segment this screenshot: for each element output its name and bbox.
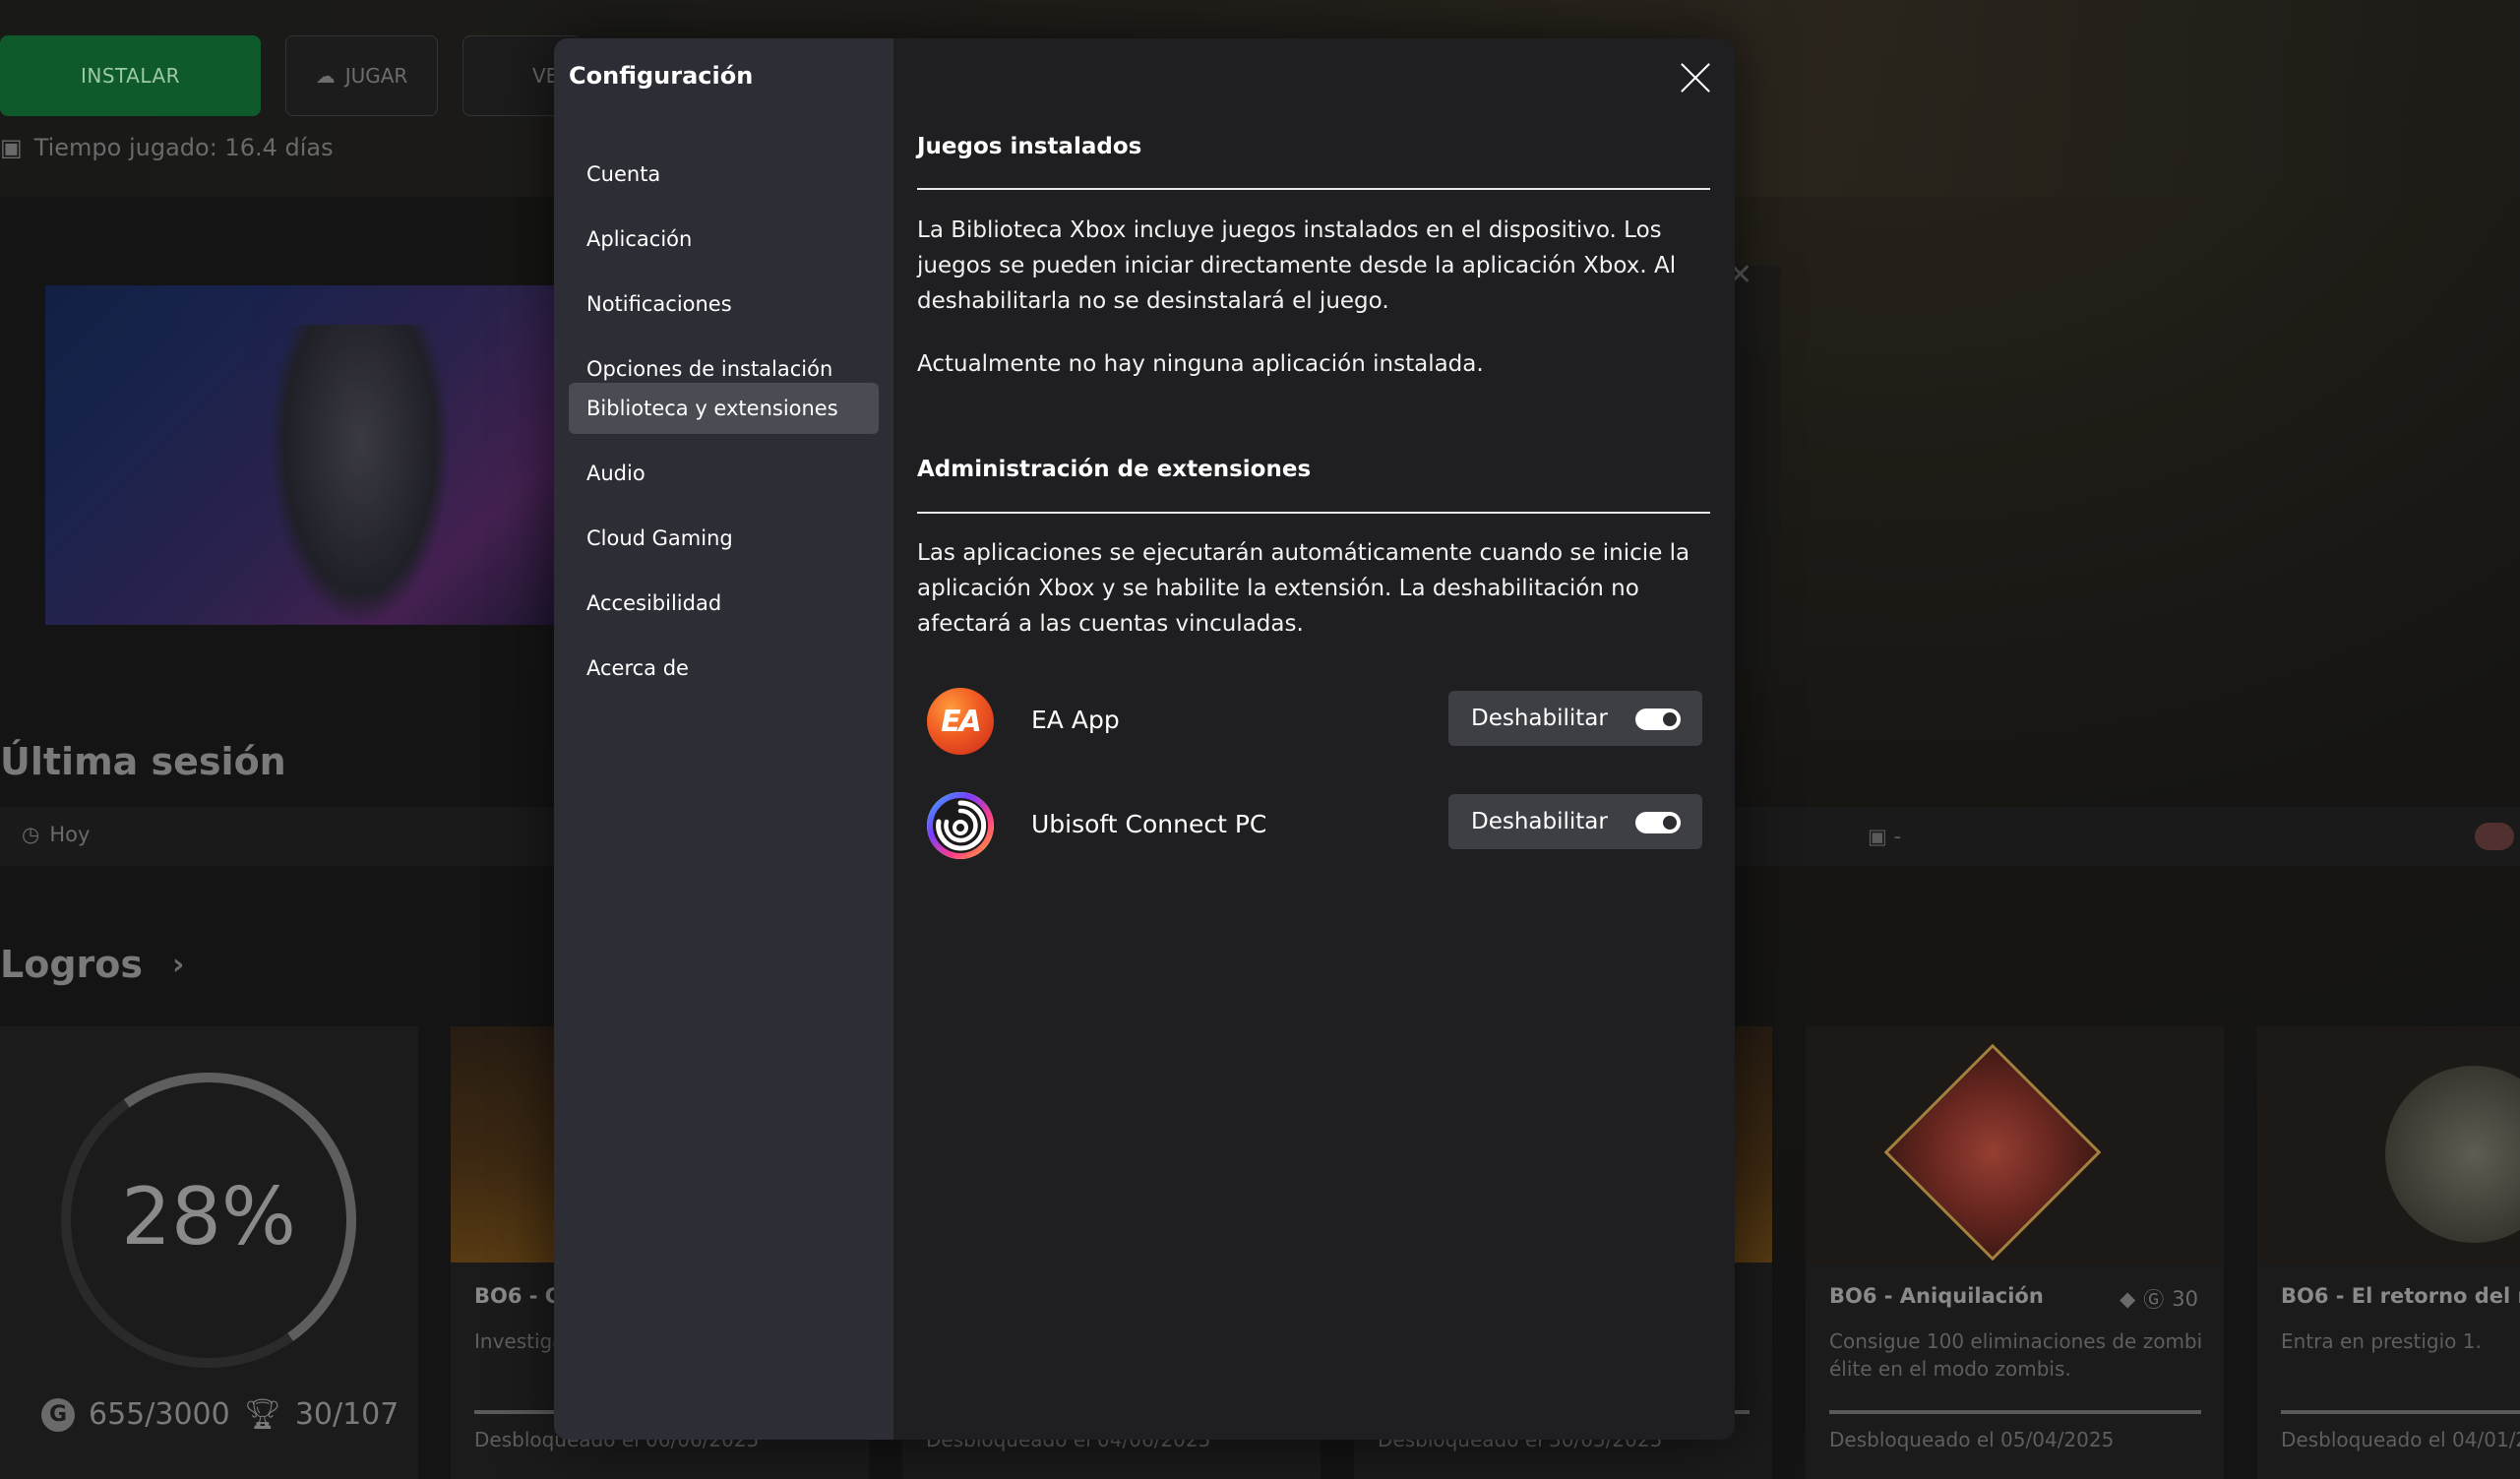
screenshots-count: -	[1893, 825, 1902, 848]
achievement-points: ◆ Ⓖ 30	[2120, 1284, 2198, 1314]
game-artwork	[45, 285, 557, 625]
toggle-label: Deshabilitar	[1471, 809, 1608, 834]
installed-games-empty: Actualmente no hay ninguna aplicación in…	[917, 351, 1484, 377]
extensions-heading: Administración de extensiones	[917, 457, 1312, 482]
achievement-progress	[1829, 1410, 2201, 1414]
extension-name: Ubisoft Connect PC	[1031, 810, 1267, 838]
settings-title: Configuración	[569, 62, 754, 90]
playtime-label: Tiempo jugado: 16.4 días	[33, 134, 334, 161]
section-divider	[917, 188, 1710, 190]
settings-content: Juegos instalados La Biblioteca Xbox inc…	[893, 38, 1735, 1440]
cloud-icon: ☁	[315, 64, 336, 88]
achievement-description: Consigue 100 eliminaciones de zombi élit…	[1829, 1329, 2203, 1381]
ubisoft-logo-icon	[927, 792, 994, 859]
play-button-label: JUGAR	[344, 64, 408, 88]
nav-item-cloud-gaming[interactable]: Cloud Gaming	[569, 513, 879, 564]
calendar-icon: ▣	[0, 134, 23, 161]
last-session-title: Última sesión	[0, 740, 286, 783]
gamerscore-icon: Ⓖ	[2143, 1288, 2165, 1312]
install-button[interactable]: INSTALAR	[0, 35, 261, 116]
character-figure	[272, 325, 449, 620]
nav-item-acerca-de[interactable]: Acerca de	[569, 643, 879, 694]
gamerscore-info: G 655/3000 🏆︎ 30/107	[41, 1397, 399, 1432]
nav-item-notificaciones[interactable]: Notificaciones	[569, 278, 879, 330]
camera-icon: ▣	[1868, 825, 1887, 848]
achievement-date: Desbloqueado el 05/04/2025	[1829, 1428, 2115, 1451]
achievements-header[interactable]: Logros ›	[0, 943, 184, 986]
extension-name: EA App	[1031, 706, 1120, 734]
playtime-info: ▣ Tiempo jugado: 16.4 días	[0, 134, 334, 161]
nav-item-accesibilidad[interactable]: Accesibilidad	[569, 578, 879, 629]
settings-dialog: Configuración Cuenta Aplicación Notifica…	[554, 38, 1735, 1440]
close-button[interactable]	[1678, 60, 1713, 95]
installed-games-heading: Juegos instalados	[917, 134, 1142, 159]
ea-logo-icon: EA	[927, 688, 994, 755]
toggle-switch[interactable]	[1635, 709, 1681, 730]
nav-item-audio[interactable]: Audio	[569, 448, 879, 499]
achievement-card[interactable]: BO6 - El retorno del rey Entra en presti…	[2257, 1026, 2520, 1479]
nav-item-aplicacion[interactable]: Aplicación	[569, 214, 879, 265]
gem-icon: ◆	[2120, 1287, 2136, 1311]
points-value: 30	[2172, 1287, 2198, 1311]
extension-row-ea-app: EA EA App Deshabilitar	[917, 688, 1714, 759]
section-divider	[917, 512, 1710, 514]
achievements-title: Logros	[0, 943, 143, 986]
ea-logo-text: EA	[941, 704, 982, 739]
ubisoft-toggle[interactable]: Deshabilitar	[1448, 794, 1702, 849]
toggle-label: Deshabilitar	[1471, 706, 1608, 731]
nav-item-biblioteca-extensiones[interactable]: Biblioteca y extensiones	[569, 383, 879, 434]
installed-games-description: La Biblioteca Xbox incluye juegos instal…	[917, 217, 1677, 314]
extension-row-ubisoft-connect: Ubisoft Connect PC Deshabilitar	[917, 792, 1714, 863]
nav-item-cuenta[interactable]: Cuenta	[569, 149, 879, 200]
achievements-percent: 28%	[121, 1171, 296, 1263]
trophy-icon: 🏆︎	[243, 1397, 281, 1432]
settings-sidebar: Configuración Cuenta Aplicación Notifica…	[554, 38, 893, 1440]
achievement-card[interactable]: BO6 - Aniquilación ◆ Ⓖ 30 Consigue 100 e…	[1806, 1026, 2224, 1479]
achievement-progress	[2281, 1410, 2520, 1414]
achievement-description: Entra en prestigio 1.	[2281, 1329, 2482, 1353]
avatar	[2475, 823, 2514, 850]
gamerscore-icon: G	[41, 1397, 75, 1432]
gamerscore-value: 655/3000	[89, 1397, 230, 1432]
ea-app-toggle[interactable]: Deshabilitar	[1448, 691, 1702, 746]
screenshots-info: ▣ -	[1868, 825, 1901, 848]
session-time: ◷ Hoy	[22, 823, 90, 846]
extensions-description: Las aplicaciones se ejecutarán automátic…	[917, 540, 1690, 637]
achievement-date: Desbloqueado el 04/01/20	[2281, 1428, 2520, 1451]
session-today-label: Hoy	[49, 823, 91, 846]
achievement-title: BO6 - Aniquilación	[1829, 1284, 2044, 1308]
ubisoft-swirl-icon	[927, 792, 994, 859]
clock-icon: ◷	[22, 823, 40, 846]
trophies-value: 30/107	[294, 1397, 400, 1432]
toggle-switch[interactable]	[1635, 812, 1681, 833]
chevron-right-icon: ›	[172, 947, 185, 982]
achievement-title: BO6 - El retorno del rey	[2281, 1284, 2520, 1308]
play-button[interactable]: ☁ JUGAR	[285, 35, 438, 116]
